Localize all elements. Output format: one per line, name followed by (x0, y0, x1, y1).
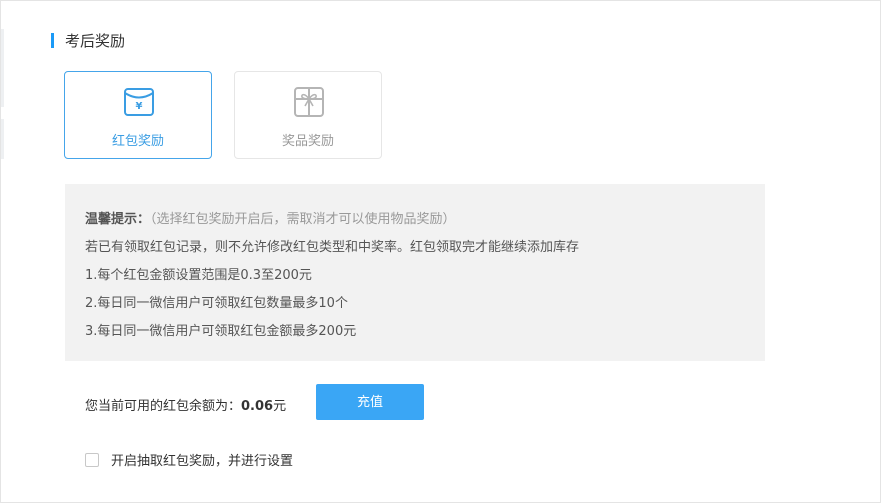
recharge-button[interactable]: 充值 (316, 384, 424, 420)
tips-note: （选择红包奖励开启后，需取消才可以使用物品奖励） (150, 212, 456, 227)
left-divider (1, 29, 4, 107)
reward-option-prize[interactable]: 奖品奖励 (234, 71, 382, 159)
left-divider (1, 119, 4, 159)
tips-box: 温馨提示：（选择红包奖励开启后，需取消才可以使用物品奖励） 若已有领取红包记录，… (65, 184, 765, 361)
enable-checkbox-label[interactable]: 开启抽取红包奖励，并进行设置 (111, 450, 293, 469)
section-title: 考后奖励 (65, 31, 126, 50)
tip-line: 1.每个红包金额设置范围是0.3至200元 (85, 268, 312, 283)
enable-red-envelope-option[interactable]: 开启抽取红包奖励，并进行设置 (85, 450, 293, 469)
tip-line: 3.每日同一微信用户可领取红包金额最多200元 (85, 324, 357, 339)
balance-text: 您当前可用的红包余额为：0.06元 (85, 395, 286, 414)
red-envelope-icon: ¥ (124, 88, 154, 116)
gift-box-icon (294, 87, 324, 117)
section-header: 考后奖励 (51, 30, 125, 50)
tips-title: 温馨提示： (85, 212, 151, 227)
tip-line: 若已有领取红包记录，则不允许修改红包类型和中奖率。红包领取完才能继续添加库存 (85, 240, 580, 255)
svg-text:¥: ¥ (136, 101, 143, 112)
enable-checkbox[interactable] (85, 452, 99, 467)
reward-option-label: 奖品奖励 (281, 134, 334, 149)
reward-option-red-envelope[interactable]: ¥ 红包奖励 (64, 71, 212, 159)
reward-option-label: 红包奖励 (111, 134, 164, 149)
balance-label: 您当前可用的红包余额为： (85, 399, 242, 414)
tips-header: 温馨提示：（选择红包奖励开启后，需取消才可以使用物品奖励） (85, 208, 456, 227)
balance-amount: 0.06 (241, 399, 274, 414)
tip-line: 2.每日同一微信用户可领取红包数量最多10个 (85, 296, 348, 311)
section-accent-bar (51, 32, 54, 48)
reward-panel: 考后奖励 ¥ 红包奖励 奖品奖励 温馨提示：（选择红包奖励开启后，需取消才可以使… (0, 0, 881, 503)
balance-unit: 元 (273, 399, 287, 414)
